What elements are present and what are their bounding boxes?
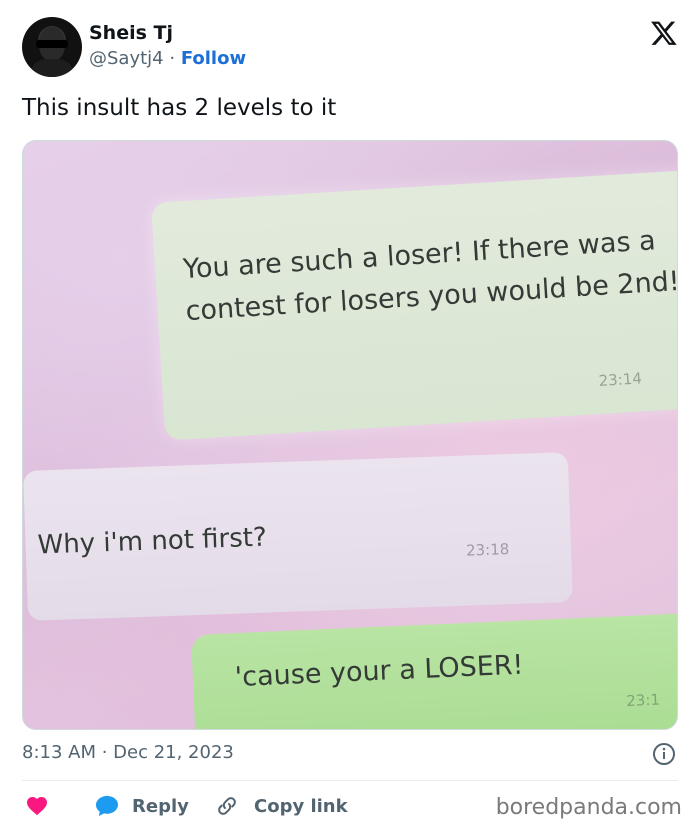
boredpanda-watermark: boredpanda.com [495, 795, 682, 820]
chat-bubble-incoming: Why i'm not first? 23:18 [23, 451, 573, 621]
chat-message-text: You are such a loser! If there was a con… [182, 225, 678, 328]
like-button[interactable] [24, 790, 50, 822]
display-name[interactable]: Sheis Tj [89, 21, 173, 45]
tweet-header: Sheis Tj @Saytj4 · Follow [22, 17, 682, 79]
handle-separator: · [169, 48, 176, 69]
chat-message-time: 23:14 [598, 369, 643, 390]
heart-icon [27, 797, 47, 816]
follow-button[interactable]: Follow [181, 48, 246, 69]
chat-message-time: 23:1 [625, 690, 661, 711]
avatar-sunglasses [36, 40, 68, 48]
copy-link-button[interactable]: Copy link [214, 790, 348, 822]
link-icon [218, 797, 236, 815]
user-handle-line: @Saytj4 · Follow [89, 47, 246, 71]
reply-button[interactable]: Reply [94, 790, 189, 822]
chat-message-text: 'cause your a LOSER! [234, 649, 525, 694]
chat-bubble-outgoing-1: You are such a loser! If there was a con… [151, 168, 678, 441]
tweet-timestamp[interactable]: 8:13 AM · Dec 21, 2023 [22, 740, 234, 766]
tweet-text: This insult has 2 levels to it [22, 95, 337, 121]
chat-message-time: 23:18 [465, 540, 510, 560]
reply-label: Reply [132, 795, 189, 817]
info-icon[interactable] [652, 742, 676, 766]
tweet-media-image[interactable]: You are such a loser! If there was a con… [22, 140, 678, 730]
user-handle[interactable]: @Saytj4 [89, 48, 164, 69]
avatar-body [32, 59, 72, 77]
avatar[interactable] [22, 17, 82, 77]
divider [22, 780, 678, 781]
copy-link-label: Copy link [254, 795, 348, 817]
chat-bubble-outgoing-2: 'cause your a LOSER! 23:1 [191, 611, 677, 729]
chat-message-text: Why i'm not first? [37, 522, 268, 561]
reply-bubble-icon [96, 796, 118, 816]
x-logo-icon[interactable] [650, 19, 678, 47]
